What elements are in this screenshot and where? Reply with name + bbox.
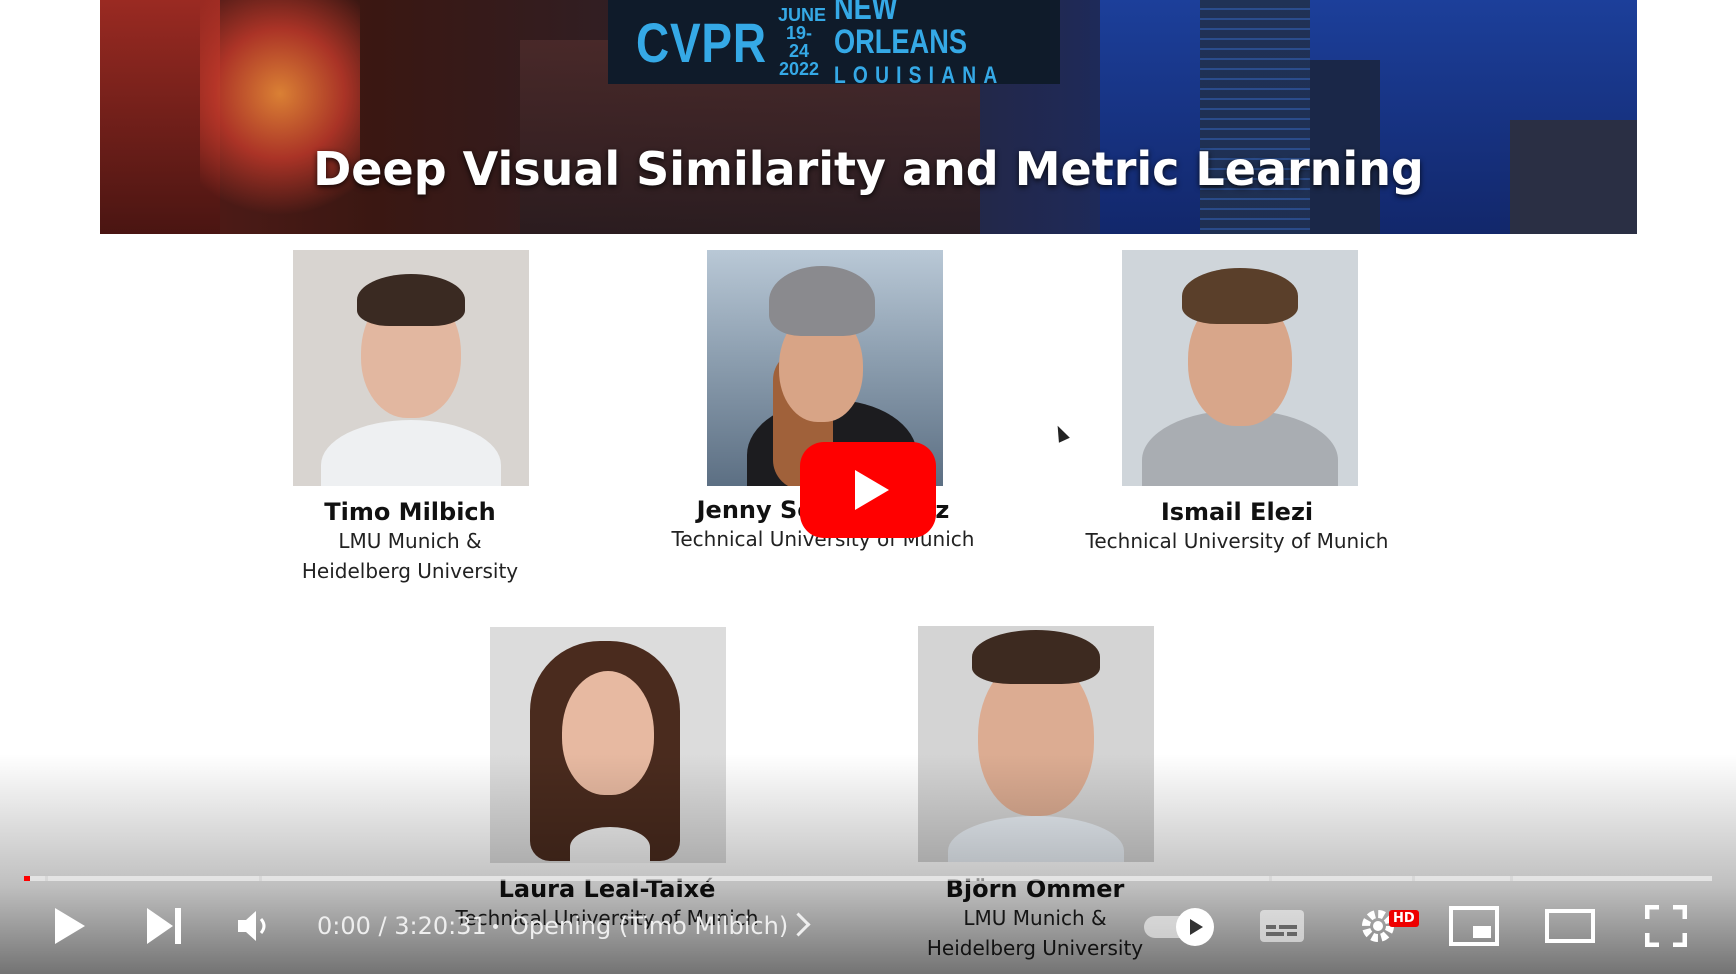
play-icon <box>1190 919 1203 935</box>
separator-dot <box>493 924 498 929</box>
next-icon <box>147 908 181 944</box>
control-bar: 0:00 / 3:20:31 Opening (Timo Milbich) HD <box>0 880 1736 974</box>
time-display: 0:00 / 3:20:31 <box>317 912 487 940</box>
volume-icon <box>238 911 266 941</box>
logo-cvpr-text: CVPR <box>636 10 767 74</box>
large-play-button[interactable] <box>800 442 936 538</box>
speaker-photo-timo <box>293 250 529 486</box>
theater-icon <box>1545 909 1595 943</box>
fullscreen-icon <box>1645 905 1687 947</box>
speaker-photo-ismail <box>1122 250 1358 486</box>
play-button[interactable] <box>44 900 96 952</box>
speaker-card-timo: Timo Milbich LMU Munich & Heidelberg Uni… <box>230 498 590 586</box>
slide-title: Deep Visual Similarity and Metric Learni… <box>313 142 1424 196</box>
speaker-photo-laura <box>490 627 726 863</box>
video-player[interactable]: CVPR JUNE 19-24 2022 NEW ORLEANS LOUISIA… <box>0 0 1736 974</box>
fullscreen-button[interactable] <box>1640 900 1692 952</box>
miniplayer-icon <box>1449 906 1499 946</box>
logo-date: JUNE 19-24 2022 <box>778 5 827 79</box>
play-icon <box>855 470 889 510</box>
speaker-name: Timo Milbich <box>324 498 496 526</box>
mouse-cursor-icon <box>1052 423 1070 443</box>
speaker-affiliation: LMU Munich & <box>338 529 482 553</box>
play-icon <box>55 908 85 944</box>
mute-button[interactable] <box>228 900 280 952</box>
autoplay-toggle[interactable] <box>1144 908 1218 946</box>
next-button[interactable] <box>138 900 190 952</box>
hd-badge: HD <box>1389 910 1419 927</box>
speaker-card-ismail: Ismail Elezi Technical University of Mun… <box>1057 498 1417 556</box>
speaker-affiliation: Technical University of Munich <box>1085 529 1389 553</box>
theater-mode-button[interactable] <box>1544 900 1596 952</box>
logo-location: NEW ORLEANS LOUISIANA <box>834 0 1005 89</box>
speaker-name: Ismail Elezi <box>1160 498 1314 526</box>
speaker-photo-bjorn <box>918 626 1154 862</box>
speaker-affiliation: Heidelberg University <box>301 559 519 583</box>
chevron-right-icon[interactable] <box>786 912 811 937</box>
miniplayer-button[interactable] <box>1448 900 1500 952</box>
cvpr-logo: CVPR JUNE 19-24 2022 NEW ORLEANS LOUISIA… <box>608 0 1060 89</box>
subtitles-icon <box>1260 910 1304 942</box>
subtitles-button[interactable] <box>1256 900 1308 952</box>
slide-banner: CVPR JUNE 19-24 2022 NEW ORLEANS LOUISIA… <box>100 0 1637 234</box>
chapter-title-button[interactable]: Opening (Timo Milbich) <box>510 912 788 940</box>
